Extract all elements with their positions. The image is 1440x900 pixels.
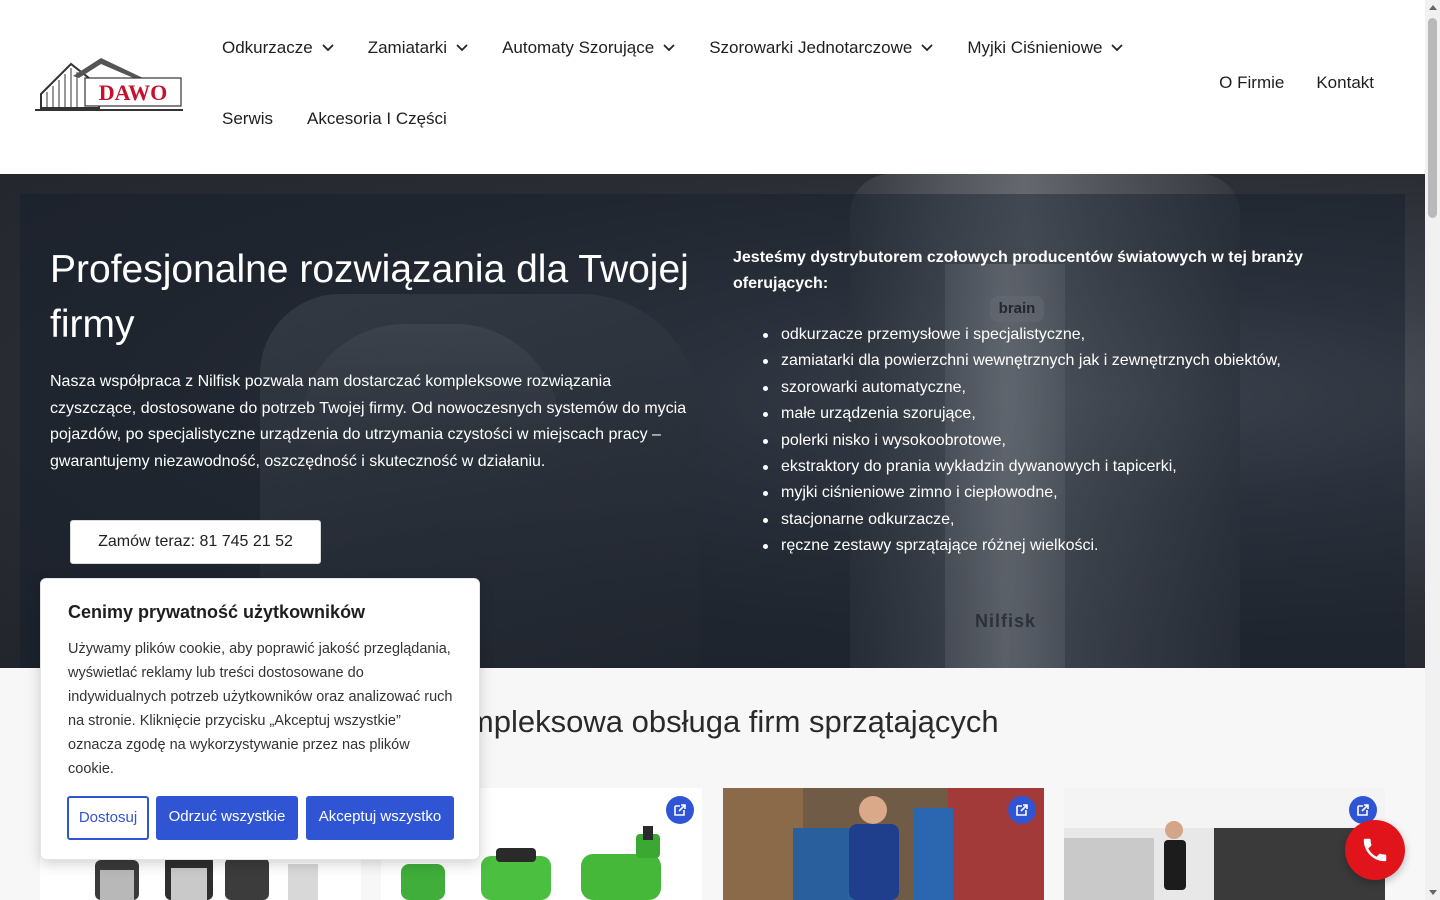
cookie-reject-all-button[interactable]: Odrzuć wszystkie (156, 796, 298, 840)
nav-item-label: Akcesoria I Części (307, 109, 447, 128)
scrollbar-thumb[interactable] (1428, 18, 1437, 218)
nav-item-primary-0[interactable]: Odkurzacze (222, 38, 334, 58)
list-item: małe urządzenia szorujące, (733, 401, 1393, 427)
nav-item-label: Myjki Ciśnieniowe (967, 38, 1103, 57)
nav-item-label: Serwis (222, 109, 274, 128)
product-card[interactable] (1064, 788, 1385, 900)
cookie-accept-all-button[interactable]: Akceptuj wszystko (306, 796, 454, 840)
nav-item-label: O Firmie (1219, 73, 1285, 92)
primary-nav: Odkurzacze Zamiatarki Automaty Szorujące Sz… (222, 38, 1157, 58)
card-image-factory-floor (1064, 788, 1385, 900)
product-list: odkurzacze przemysłowe i specjalistyczne… (733, 322, 1393, 560)
svg-text:DAWO: DAWO (99, 80, 167, 105)
secondary-nav: Serwis Akcesoria I Części (222, 109, 481, 129)
list-item: szorowarki automatyczne, (733, 375, 1393, 401)
cookie-customize-button[interactable]: Dostosuj (67, 796, 149, 840)
list-item: myjki ciśnieniowe zimno i ciepłowodne, (733, 480, 1393, 506)
nav-item-right-1[interactable]: Kontakt (1316, 73, 1374, 93)
list-item: stacjonarne odkurzacze, (733, 507, 1393, 533)
nav-item-right-0[interactable]: O Firmie (1219, 73, 1284, 93)
dawo-logo[interactable]: DAWO (33, 56, 185, 116)
order-now-button[interactable]: Zamów teraz: 81 745 21 52 (70, 520, 321, 564)
chevron-down-icon (921, 44, 933, 52)
cookie-consent-banner: Cenimy prywatność użytkowników Używamy p… (40, 578, 480, 860)
nav-item-label: Szorowarki Jednotarczowe (709, 38, 913, 57)
chevron-down-icon (322, 44, 334, 52)
scroll-up-arrow-icon[interactable] (1429, 5, 1437, 10)
section-title: Kompleksowa obsługa firm sprzątających (430, 704, 999, 739)
chevron-down-icon (456, 44, 468, 52)
external-link-icon[interactable] (1008, 796, 1036, 824)
right-nav: O Firmie Kontakt (1187, 73, 1374, 93)
nav-item-primary-4[interactable]: Myjki Ciśnieniowe (967, 38, 1123, 58)
hero-title: Profesjonalne rozwiązania dla Twojej fir… (50, 248, 689, 346)
product-card[interactable] (723, 788, 1044, 900)
cookie-text: Używamy plików cookie, aby poprawić jako… (68, 641, 453, 777)
cookie-title: Cenimy prywatność użytkowników (68, 602, 366, 622)
chevron-down-icon (663, 44, 675, 52)
scroll-down-arrow-icon[interactable] (1429, 890, 1437, 895)
nav-item-label: Kontakt (1316, 73, 1374, 92)
nav-item-label: Automaty Szorujące (502, 38, 655, 57)
list-item: zamiatarki dla powierzchni wewnętrznych … (733, 348, 1393, 374)
nav-item-label: Odkurzacze (222, 38, 313, 57)
call-phone-button[interactable] (1345, 820, 1405, 880)
nav-item-secondary-1[interactable]: Akcesoria I Części (307, 109, 447, 129)
nav-item-primary-3[interactable]: Szorowarki Jednotarczowe (709, 38, 933, 58)
chevron-down-icon (1112, 44, 1123, 52)
list-item: ręczne zestawy sprzątające różnej wielko… (733, 533, 1393, 559)
list-item: odkurzacze przemysłowe i specjalistyczne… (733, 322, 1393, 348)
nav-item-primary-2[interactable]: Automaty Szorujące (502, 38, 675, 58)
hero-intro: Jesteśmy dystrybutorem czołowych produce… (733, 249, 1303, 292)
page-scrollbar[interactable] (1425, 0, 1440, 900)
nav-item-primary-1[interactable]: Zamiatarki (368, 38, 468, 58)
list-item: polerki nisko i wysokoobrotowe, (733, 428, 1393, 454)
nav-item-secondary-0[interactable]: Serwis (222, 109, 273, 129)
phone-icon (1363, 838, 1387, 862)
hero-description: Nasza współpraca z Nilfisk pozwala nam d… (50, 373, 687, 470)
external-link-icon[interactable] (666, 796, 694, 824)
site-header: DAWO Odkurzacze Zamiatarki Automaty Szoruj… (0, 0, 1425, 174)
list-item: ekstraktory do prania wykładzin dywanowy… (733, 454, 1393, 480)
nav-item-label: Zamiatarki (367, 38, 448, 57)
card-image-workshop-worker (723, 788, 1044, 900)
